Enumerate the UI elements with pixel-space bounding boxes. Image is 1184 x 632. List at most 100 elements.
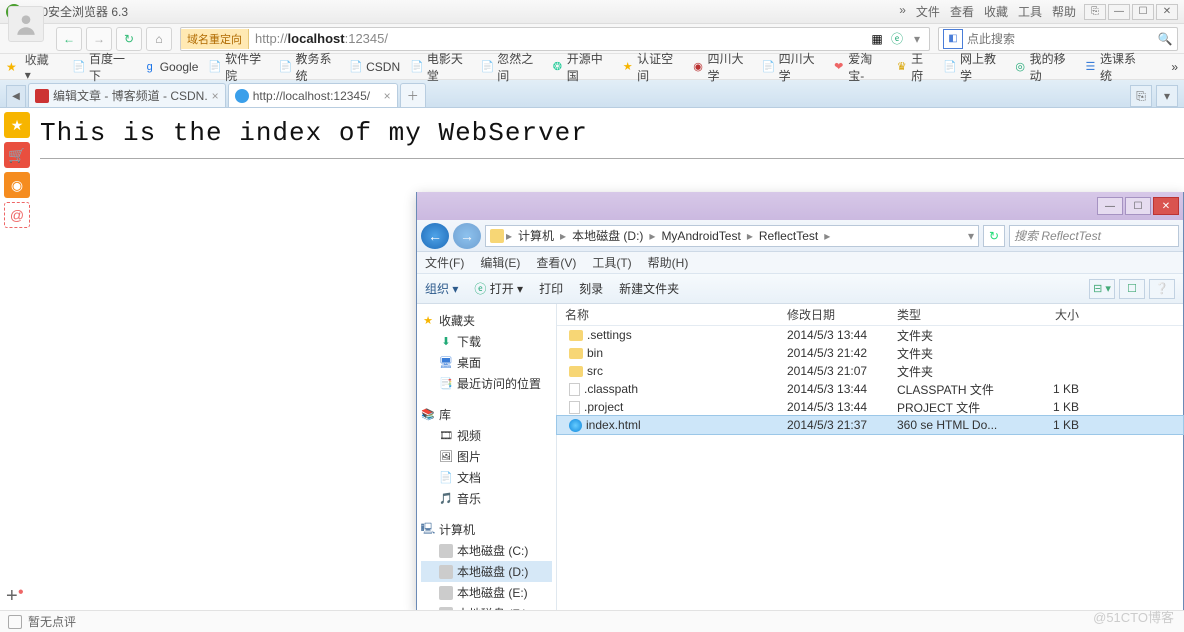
browser-tab[interactable]: http://localhost:12345/×: [228, 83, 398, 107]
browser-tab[interactable]: 编辑文章 - 博客频道 - CSDN.×: [28, 83, 226, 107]
bookmark-item[interactable]: ◎我的移动: [1014, 50, 1074, 84]
tree-videos[interactable]: 视频: [457, 427, 481, 444]
bookmark-item[interactable]: 📄CSDN: [349, 50, 400, 84]
bookmark-item[interactable]: 📄百度一下: [72, 50, 132, 84]
bookmark-item[interactable]: 📄网上教学: [943, 50, 1003, 84]
explorer-min-button[interactable]: —: [1097, 197, 1123, 215]
organize-button[interactable]: 组织 ▾: [425, 280, 458, 297]
bookmark-item[interactable]: gGoogle: [143, 50, 199, 84]
tree-drive-d[interactable]: 本地磁盘 (D:): [457, 563, 528, 580]
favorites-label[interactable]: 收藏 ▾: [25, 51, 57, 82]
file-list-header[interactable]: 名称 修改日期 类型 大小: [557, 304, 1183, 326]
help-button[interactable]: ❔: [1149, 279, 1175, 299]
side-at-icon[interactable]: @: [4, 202, 30, 228]
tab-close-icon[interactable]: ×: [212, 89, 219, 103]
side-weibo-icon[interactable]: ◉: [4, 172, 30, 198]
user-avatar[interactable]: [8, 6, 44, 42]
tree-drive-e[interactable]: 本地磁盘 (E:): [457, 584, 528, 601]
bookmark-item[interactable]: 📄四川大学: [762, 50, 822, 84]
barcode-icon[interactable]: ▦: [869, 31, 885, 47]
view-mode-button[interactable]: ⊟ ▾: [1089, 279, 1115, 299]
tree-pictures[interactable]: 图片: [457, 448, 481, 465]
forward-button[interactable]: →: [86, 27, 112, 51]
explorer-file-list: 名称 修改日期 类型 大小 .settings2014/5/3 13:44文件夹…: [557, 304, 1183, 611]
bookmark-item[interactable]: 📄软件学院: [208, 50, 268, 84]
home-button[interactable]: ⌂: [146, 27, 172, 51]
file-row[interactable]: .classpath2014/5/3 13:44CLASSPATH 文件1 KB: [557, 380, 1183, 398]
file-row[interactable]: src2014/5/3 21:07文件夹: [557, 362, 1183, 380]
tree-recent[interactable]: 最近访问的位置: [457, 375, 541, 392]
search-input[interactable]: [967, 32, 1153, 46]
bookmark-item[interactable]: ♛王府: [895, 50, 933, 84]
browser-menu-item[interactable]: 查看: [950, 3, 974, 20]
preview-pane-button[interactable]: ☐: [1119, 279, 1145, 299]
reload-button[interactable]: ↻: [116, 27, 142, 51]
browser-menu-item[interactable]: 文件: [916, 3, 940, 20]
tree-favorites[interactable]: 收藏夹: [439, 312, 475, 329]
file-row[interactable]: bin2014/5/3 21:42文件夹: [557, 344, 1183, 362]
explorer-menu-item[interactable]: 编辑(E): [480, 254, 520, 271]
page-heading: This is the index of my WebServer: [40, 118, 1184, 148]
explorer-breadcrumb[interactable]: ▸ 计算机▸ 本地磁盘 (D:)▸ MyAndroidTest▸ Reflect…: [485, 225, 979, 247]
explorer-menu-item[interactable]: 查看(V): [536, 254, 576, 271]
browser-menu-item[interactable]: 帮助: [1052, 3, 1076, 20]
new-tab-button[interactable]: ＋: [400, 83, 426, 107]
bookmark-item[interactable]: »: [1154, 50, 1178, 84]
bookmark-item[interactable]: 📄忽然之间: [480, 50, 540, 84]
tree-drive-c[interactable]: 本地磁盘 (C:): [457, 542, 528, 559]
favorites-star-icon[interactable]: ★: [6, 60, 17, 74]
tab-scroll-left[interactable]: ◀: [6, 85, 26, 107]
bookmark-item[interactable]: 📄教务系统: [279, 50, 339, 84]
ie-mode-icon[interactable]: ⓔ: [889, 31, 905, 47]
explorer-max-button[interactable]: ☐: [1125, 197, 1151, 215]
status-bar: 暂无点评: [0, 610, 1184, 632]
bookmark-item[interactable]: ☰选课系统: [1084, 50, 1144, 84]
print-button[interactable]: 打印: [539, 280, 563, 297]
new-folder-button[interactable]: 新建文件夹: [619, 280, 679, 297]
restore-tab-icon[interactable]: ⎘: [1130, 85, 1152, 107]
comment-icon[interactable]: [8, 615, 22, 629]
explorer-forward-button[interactable]: →: [453, 223, 481, 249]
search-box[interactable]: ◧ 🔍: [938, 27, 1178, 51]
browser-menu-item[interactable]: 工具: [1018, 3, 1042, 20]
tree-desktop[interactable]: 桌面: [457, 354, 481, 371]
window-button[interactable]: —: [1108, 4, 1130, 20]
window-button[interactable]: ☐: [1132, 4, 1154, 20]
tree-computer[interactable]: 计算机: [439, 521, 475, 538]
back-button[interactable]: ←: [56, 27, 82, 51]
bookmark-item[interactable]: 📄电影天堂: [410, 50, 470, 84]
explorer-menu-item[interactable]: 文件(F): [425, 254, 464, 271]
file-row[interactable]: .project2014/5/3 13:44PROJECT 文件1 KB: [557, 398, 1183, 416]
bookmark-item[interactable]: ❤爱淘宝-: [832, 50, 885, 84]
explorer-search-input[interactable]: 搜索 ReflectTest: [1009, 225, 1179, 247]
window-button[interactable]: ✕: [1156, 4, 1178, 20]
file-row[interactable]: index.html2014/5/3 21:37360 se HTML Do..…: [557, 416, 1183, 434]
address-bar[interactable]: 域名重定向 http://localhost:12345/ ▦ ⓔ ▾: [180, 27, 930, 51]
burn-button[interactable]: 刻录: [579, 280, 603, 297]
tree-libraries[interactable]: 库: [439, 406, 451, 423]
explorer-back-button[interactable]: ←: [421, 223, 449, 249]
explorer-close-button[interactable]: ✕: [1153, 197, 1179, 215]
tab-list-icon[interactable]: ▾: [1156, 85, 1178, 107]
tab-close-icon[interactable]: ×: [384, 89, 391, 103]
search-icon[interactable]: 🔍: [1153, 32, 1177, 46]
explorer-menu-item[interactable]: 帮助(H): [648, 254, 689, 271]
browser-menu-item[interactable]: 收藏: [984, 3, 1008, 20]
bookmark-item[interactable]: ❂开源中国: [551, 50, 611, 84]
add-extension-button[interactable]: +●: [6, 585, 24, 608]
explorer-tree: ★收藏夹 ⬇下载 🖥桌面 📑最近访问的位置 📚库 🎞视频 🖼图片 📄文档 🎵音乐…: [417, 304, 557, 611]
file-row[interactable]: .settings2014/5/3 13:44文件夹: [557, 326, 1183, 344]
tree-documents[interactable]: 文档: [457, 469, 481, 486]
dropdown-icon[interactable]: ▾: [909, 31, 925, 47]
explorer-menu-item[interactable]: 工具(T): [592, 254, 631, 271]
browser-menu-item[interactable]: »: [899, 3, 906, 20]
tree-downloads[interactable]: 下载: [457, 333, 481, 350]
explorer-titlebar[interactable]: — ☐ ✕: [417, 192, 1183, 220]
bookmark-item[interactable]: ◉四川大学: [692, 50, 752, 84]
window-button[interactable]: ⎘: [1084, 4, 1106, 20]
tree-music[interactable]: 音乐: [457, 490, 481, 507]
bookmark-item[interactable]: ★认证空间: [621, 50, 681, 84]
open-button[interactable]: ⓔ 打开 ▾: [474, 280, 523, 297]
search-engine-icon[interactable]: ◧: [943, 29, 963, 49]
explorer-refresh-button[interactable]: ↻: [983, 225, 1005, 247]
